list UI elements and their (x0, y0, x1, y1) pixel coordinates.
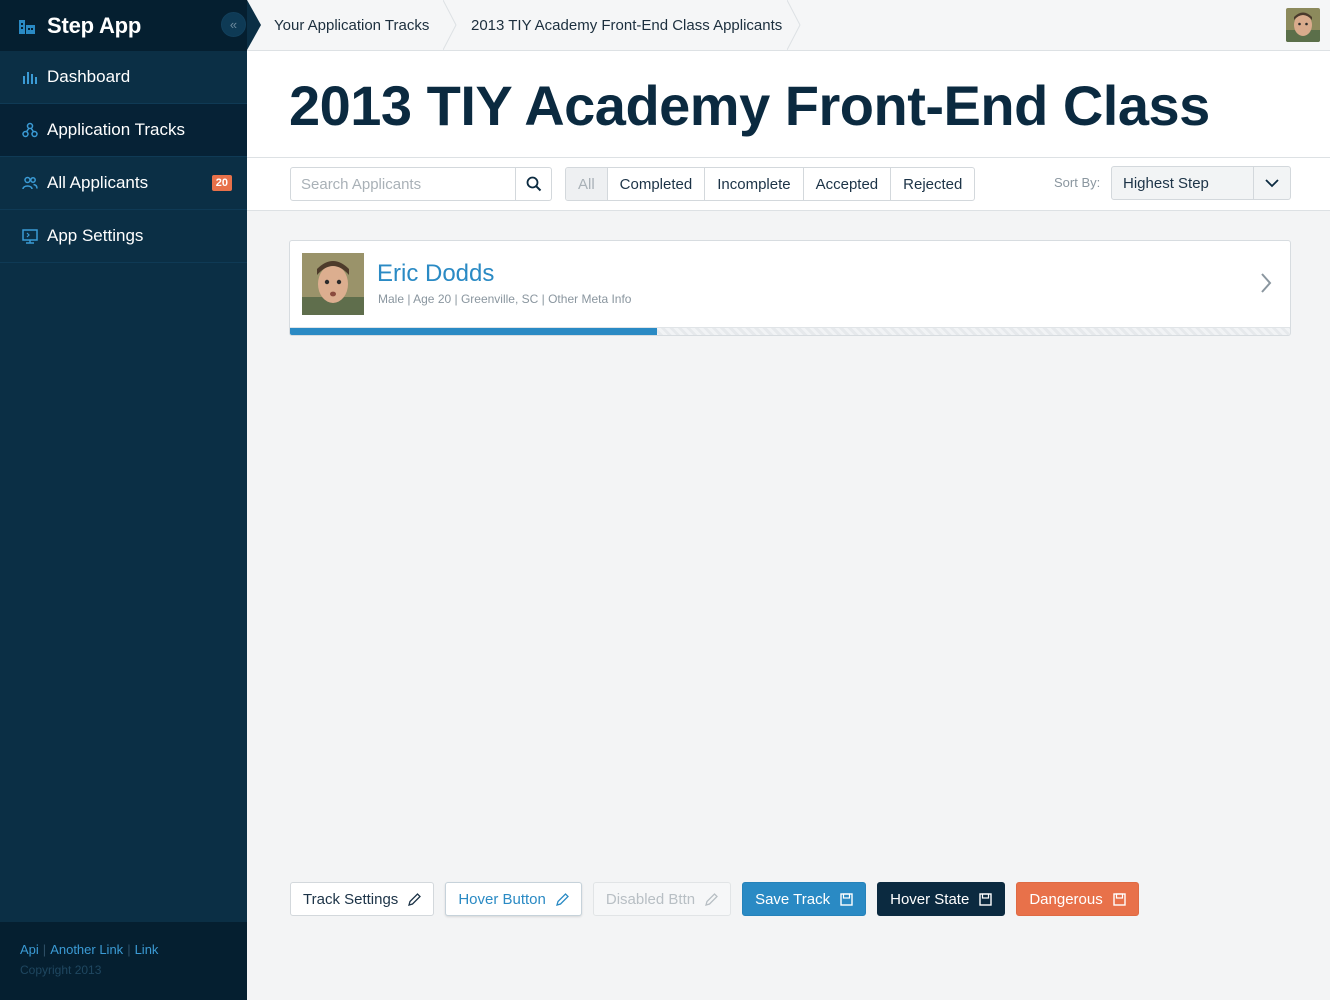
search-button[interactable] (515, 168, 551, 200)
sidebar-item-all-applicants[interactable]: All Applicants 20 (0, 157, 247, 210)
dangerous-button[interactable]: Dangerous (1016, 882, 1139, 916)
sidebar-item-label: All Applicants (47, 173, 149, 192)
sort-value: Highest Step (1123, 174, 1209, 192)
breadcrumb-arrow (247, 0, 261, 50)
save-icon (1113, 892, 1126, 906)
search-icon (526, 176, 541, 192)
sort-label: Sort By: (1054, 175, 1101, 190)
save-icon (840, 892, 853, 906)
top-bar: Your Application Tracks 2013 TIY Academy… (247, 0, 1330, 51)
filter-incomplete[interactable]: Incomplete (704, 168, 802, 200)
copyright-text: Copyright 2013 (20, 963, 102, 977)
sidebar-item-label: Dashboard (47, 67, 131, 86)
hover-state-button[interactable]: Hover State (877, 882, 1006, 916)
button-label: Dangerous (1029, 890, 1103, 908)
app-title: Step App (47, 12, 142, 38)
filter-all[interactable]: All (566, 168, 607, 200)
breadcrumb-divider (443, 0, 457, 50)
save-icon (979, 892, 993, 906)
applicant-photo (302, 253, 364, 315)
monitor-icon (22, 229, 38, 244)
breadcrumb-item-tracks[interactable]: Your Application Tracks (274, 0, 429, 50)
pencil-icon (705, 892, 718, 906)
pencil-icon (408, 892, 422, 906)
sidebar-footer: Api | Another Link | Link Copyright 2013 (0, 922, 247, 1000)
chevron-right-icon[interactable] (1260, 272, 1272, 294)
applicant-progress-bar (290, 327, 1290, 335)
sort-select[interactable]: Highest Step (1111, 166, 1291, 200)
button-row: Track Settings Hover Button Disabled Btt… (290, 882, 1139, 916)
sidebar-item-dashboard[interactable]: Dashboard (0, 51, 247, 104)
users-icon (22, 176, 38, 190)
chevron-down-icon (1253, 167, 1290, 199)
breadcrumb-item-current[interactable]: 2013 TIY Academy Front-End Class Applica… (471, 0, 782, 50)
applicant-meta: Male | Age 20 | Greenville, SC | Other M… (378, 292, 632, 306)
status-filter-group: All Completed Incomplete Accepted Reject… (565, 167, 976, 201)
applicants-count-badge: 20 (211, 175, 232, 191)
toolbar: All Completed Incomplete Accepted Reject… (247, 158, 1330, 211)
button-label: Hover State (890, 890, 970, 908)
filter-rejected[interactable]: Rejected (890, 168, 974, 200)
footer-link-api[interactable]: Api (20, 942, 39, 957)
sidebar-item-label: Application Tracks (47, 120, 185, 139)
page-header: 2013 TIY Academy Front-End Class (247, 51, 1330, 158)
footer-link-another[interactable]: Another Link (50, 942, 123, 957)
hover-button[interactable]: Hover Button (445, 882, 582, 916)
page-title: 2013 TIY Academy Front-End Class (289, 74, 1210, 137)
button-label: Save Track (755, 890, 831, 908)
disabled-button[interactable]: Disabled Bttn (592, 882, 732, 916)
applicant-name[interactable]: Eric Dodds (377, 260, 494, 288)
collapse-sidebar-button[interactable]: « (221, 12, 246, 37)
search-box (290, 167, 552, 201)
building-icon (19, 19, 35, 34)
sidebar-item-label: App Settings (47, 226, 144, 245)
applicant-card[interactable]: Eric Dodds Male | Age 20 | Greenville, S… (289, 240, 1291, 336)
button-label: Hover Button (458, 890, 546, 908)
brand: Step App « (0, 0, 247, 51)
sidebar-item-application-tracks[interactable]: Application Tracks (0, 104, 247, 157)
track-settings-button[interactable]: Track Settings (290, 882, 435, 916)
footer-links: Api | Another Link | Link (20, 942, 159, 957)
user-avatar[interactable] (1286, 8, 1320, 42)
filter-completed[interactable]: Completed (606, 168, 705, 200)
flow-icon (22, 122, 38, 138)
search-input[interactable] (291, 168, 515, 200)
applicant-progress-fill (290, 328, 657, 335)
save-track-button[interactable]: Save Track (742, 882, 867, 916)
pencil-icon (555, 892, 569, 906)
breadcrumb-divider (787, 0, 801, 50)
double-chevron-left-icon: « (229, 17, 238, 32)
bar-chart-icon (23, 72, 37, 84)
user-avatar-image (1286, 8, 1320, 42)
button-label: Disabled Bttn (605, 890, 696, 908)
applicant-avatar (302, 253, 364, 315)
filter-accepted[interactable]: Accepted (802, 168, 891, 200)
sidebar: Step App « Dashboard Application Tracks (0, 0, 247, 1000)
footer-link-link[interactable]: Link (135, 942, 159, 957)
button-label: Track Settings (303, 890, 399, 908)
sidebar-item-app-settings[interactable]: App Settings (0, 210, 247, 263)
